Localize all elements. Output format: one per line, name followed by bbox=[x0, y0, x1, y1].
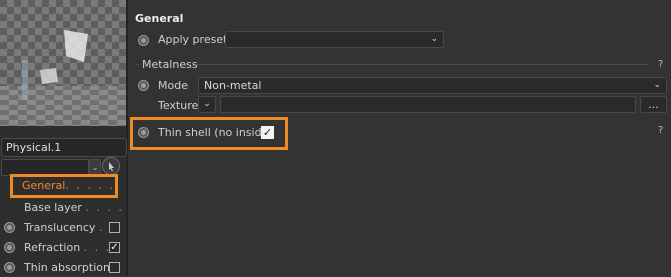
section-title-general: General bbox=[135, 12, 184, 25]
radio-icon[interactable] bbox=[138, 35, 149, 46]
thin-shell-help-icon[interactable]: ? bbox=[658, 125, 663, 136]
checkmark-icon: ✓ bbox=[262, 126, 273, 139]
nav-item-translucency[interactable]: Translucency . . bbox=[24, 219, 115, 237]
nav-item-thin-absorption[interactable]: Thin absorption bbox=[24, 259, 110, 277]
translucency-checkbox[interactable] bbox=[109, 222, 120, 233]
thin-shell-label: Thin shell (no inside) bbox=[158, 126, 273, 139]
cursor-icon[interactable] bbox=[102, 157, 120, 175]
material-preview-image bbox=[0, 0, 126, 126]
material-name-field[interactable]: Physical.1 bbox=[1, 138, 127, 157]
chevron-down-icon: ⌄ bbox=[430, 34, 438, 44]
mode-dropdown[interactable]: Non-metal ⌄ bbox=[198, 77, 667, 94]
nav-item-base-layer[interactable]: Base layer . . . . bbox=[24, 199, 124, 217]
nav-item-label: General bbox=[22, 179, 66, 192]
thin-shell-checkbox[interactable]: ✓ bbox=[261, 126, 274, 139]
mode-label: Mode bbox=[158, 79, 188, 92]
apply-preset-label: Apply preset bbox=[158, 33, 228, 46]
nav-item-general[interactable]: General. . . . . bbox=[22, 177, 115, 195]
browse-label: ... bbox=[648, 98, 659, 111]
divider bbox=[135, 64, 139, 65]
material-preview[interactable] bbox=[0, 0, 126, 126]
chevron-down-icon: ⌄ bbox=[653, 80, 661, 90]
chevron-down-icon: ⌄ bbox=[203, 99, 211, 109]
apply-preset-dropdown[interactable]: ⌄ bbox=[225, 31, 444, 48]
radio-icon[interactable] bbox=[4, 242, 15, 253]
radio-icon[interactable] bbox=[4, 262, 15, 273]
texture-label: Texture bbox=[158, 99, 199, 112]
texture-menu-button[interactable]: ⌄ bbox=[198, 96, 216, 113]
texture-field[interactable] bbox=[220, 96, 636, 113]
refraction-checkbox[interactable]: ✓ bbox=[109, 242, 120, 253]
nav-item-label: Translucency bbox=[24, 221, 96, 234]
checkmark-icon: ✓ bbox=[110, 242, 119, 253]
thin-absorption-checkbox[interactable] bbox=[109, 262, 120, 273]
nav-item-label: Thin absorption bbox=[24, 261, 110, 274]
radio-icon[interactable] bbox=[4, 222, 15, 233]
nav-item-dots: . . . . . bbox=[65, 179, 115, 192]
nav-item-label: Base layer bbox=[24, 201, 82, 214]
radio-icon[interactable] bbox=[138, 127, 149, 138]
divider bbox=[196, 64, 648, 65]
texture-browse-button[interactable]: ... bbox=[640, 96, 667, 113]
metalness-help-icon[interactable]: ? bbox=[658, 59, 663, 70]
radio-icon[interactable] bbox=[138, 80, 149, 91]
nav-item-refraction[interactable]: Refraction . . . . bbox=[24, 239, 122, 257]
metalness-title: Metalness bbox=[142, 58, 198, 71]
panel-divider bbox=[126, 0, 128, 276]
mode-value: Non-metal bbox=[204, 79, 262, 92]
nav-item-label: Refraction bbox=[24, 241, 81, 254]
nav-item-dots: . . . . bbox=[85, 201, 124, 214]
